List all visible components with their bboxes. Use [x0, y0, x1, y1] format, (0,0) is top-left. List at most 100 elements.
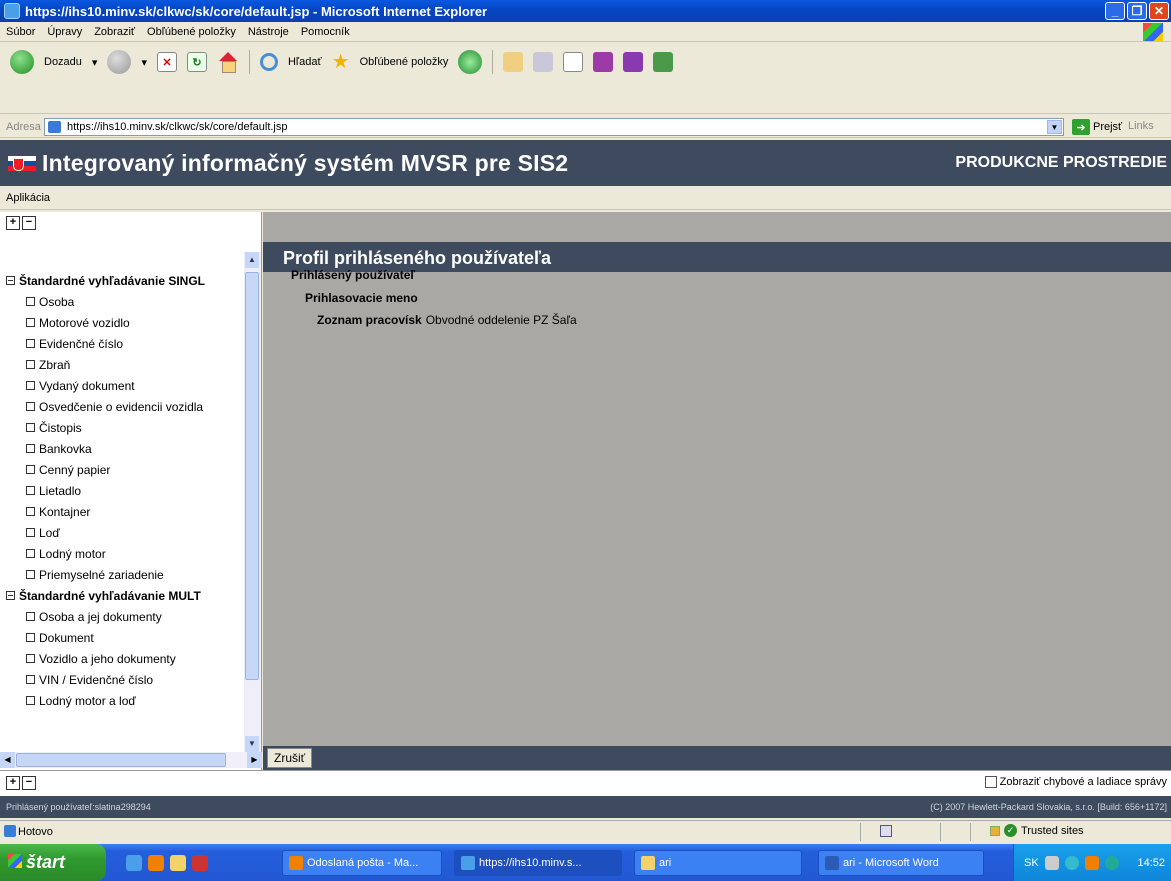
mail-icon[interactable]: [503, 52, 524, 72]
outlook-quicklaunch-icon[interactable]: [148, 854, 164, 871]
scroll-thumb[interactable]: [245, 272, 259, 680]
expand-all-icon[interactable]: +: [6, 776, 20, 790]
tree-item-zbran[interactable]: Zbraň: [0, 354, 248, 375]
maximize-button[interactable]: ❐: [1127, 2, 1147, 20]
search-button-label[interactable]: Hľadať: [288, 56, 322, 68]
favorites-star-icon[interactable]: ★: [332, 52, 350, 72]
task-label: Odoslaná pošta - Ma...: [307, 857, 419, 869]
tree-item-lietadlo[interactable]: Lietadlo: [0, 480, 248, 501]
scroll-left-icon[interactable]: ◀: [0, 752, 15, 768]
task-word[interactable]: ari - Microsoft Word: [818, 850, 984, 876]
history-icon[interactable]: [458, 50, 483, 74]
tree-item-motorove-vozidlo[interactable]: Motorové vozidlo: [0, 312, 248, 333]
collapse-icon[interactable]: [6, 276, 15, 285]
favorites-button-label[interactable]: Obľúbené položky: [360, 56, 449, 68]
task-outlook[interactable]: Odoslaná pošta - Ma...: [282, 850, 442, 876]
debug-messages-checkbox[interactable]: Zobraziť chybové a ladiace správy: [984, 776, 1167, 788]
forward-dropdown-icon[interactable]: ▾: [141, 56, 147, 69]
tree-item-dokument[interactable]: Dokument: [0, 627, 248, 648]
collapse-icon[interactable]: [6, 591, 15, 600]
scroll-down-icon[interactable]: ▼: [245, 736, 259, 752]
network-icon[interactable]: [1044, 855, 1059, 870]
tree-item-label: Vozidlo a jeho dokumenty: [39, 651, 176, 666]
back-button-label[interactable]: Dozadu: [44, 56, 82, 68]
tree-item-vydany-dokument[interactable]: Vydaný dokument: [0, 375, 248, 396]
task-folder[interactable]: ari: [634, 850, 802, 876]
go-button[interactable]: ➜ Prejsť: [1072, 119, 1122, 135]
onenote-2-icon[interactable]: [623, 52, 644, 72]
leaf-icon: [26, 318, 35, 327]
edit-word-icon[interactable]: [563, 52, 584, 72]
scroll-up-icon[interactable]: ▲: [245, 252, 259, 268]
cancel-button[interactable]: Zrušiť: [267, 748, 313, 768]
scroll-right-icon[interactable]: ▶: [247, 752, 262, 768]
tree-item-osoba-dokumenty[interactable]: Osoba a jej dokumenty: [0, 606, 248, 627]
page-icon: [880, 825, 892, 837]
tree-item-priemyselne-zariadenie[interactable]: Priemyselné zariadenie: [0, 564, 248, 585]
tree-group-multi[interactable]: Štandardné vyhľadávanie MULT: [0, 585, 248, 606]
back-dropdown-icon[interactable]: ▾: [92, 56, 98, 69]
outlook-tray-icon[interactable]: [1084, 855, 1099, 870]
messenger-icon[interactable]: [653, 52, 674, 72]
forward-arrow-icon[interactable]: [107, 50, 132, 74]
lock-icon: [990, 825, 1000, 836]
tree-item-cistopis[interactable]: Čistopis: [0, 417, 248, 438]
start-button[interactable]: štart: [0, 844, 106, 881]
window-title-bar[interactable]: https://ihs10.minv.sk/clkwc/sk/core/defa…: [0, 0, 1171, 22]
menu-help[interactable]: Pomocník: [301, 26, 350, 38]
print-icon[interactable]: [533, 52, 554, 72]
menu-view[interactable]: Zobraziť: [94, 26, 135, 38]
collapse-all-icon[interactable]: −: [22, 216, 36, 230]
address-url: https://ihs10.minv.sk/clkwc/sk/core/defa…: [67, 121, 288, 133]
leaf-icon: [26, 654, 35, 663]
app-menu-application[interactable]: Aplikácia: [6, 192, 50, 204]
onenote-icon[interactable]: [593, 52, 614, 72]
scroll-thumb[interactable]: [16, 753, 226, 767]
home-icon[interactable]: [217, 52, 239, 73]
clock[interactable]: 14:52: [1137, 857, 1165, 869]
tree-item-bankovka[interactable]: Bankovka: [0, 438, 248, 459]
minimize-button[interactable]: _: [1105, 2, 1125, 20]
menu-favorites[interactable]: Obľúbené položky: [147, 26, 236, 38]
expand-all-icon[interactable]: +: [6, 216, 20, 230]
tree-item-vin[interactable]: VIN / Evidenčné číslo: [0, 669, 248, 690]
address-dropdown-icon[interactable]: ▼: [1047, 120, 1062, 134]
back-arrow-icon[interactable]: [10, 50, 34, 74]
tray-status-icon[interactable]: [1104, 855, 1119, 870]
tree-item-cenny-papier[interactable]: Cenný papier: [0, 459, 248, 480]
tree-item-osoba[interactable]: Osoba: [0, 291, 248, 312]
tree-item-osvedcenie[interactable]: Osvedčenie o evidencii vozidla: [0, 396, 248, 417]
tree-horizontal-scrollbar[interactable]: ◀ ▶: [0, 752, 262, 768]
quick-launch: [126, 854, 208, 871]
menu-edit[interactable]: Úpravy: [47, 26, 82, 38]
leaf-icon: [26, 675, 35, 684]
refresh-icon[interactable]: ↻: [186, 52, 207, 72]
tree-item-lod[interactable]: Loď: [0, 522, 248, 543]
collapse-all-icon[interactable]: −: [22, 776, 36, 790]
tree-vertical-scrollbar[interactable]: ▲ ▼: [244, 252, 261, 752]
ie-quicklaunch-icon[interactable]: [126, 854, 142, 871]
tree-item-lodny-motor[interactable]: Lodný motor: [0, 543, 248, 564]
tree-item-label: Osvedčenie o evidencii vozidla: [39, 399, 204, 414]
links-button[interactable]: Links: [1128, 120, 1154, 132]
task-ie[interactable]: https://ihs10.minv.s...: [454, 850, 622, 876]
checkbox-box[interactable]: [984, 776, 997, 788]
search-icon[interactable]: [259, 53, 278, 71]
menu-file[interactable]: Súbor: [6, 26, 35, 38]
address-input[interactable]: https://ihs10.minv.sk/clkwc/sk/core/defa…: [44, 118, 1064, 136]
folder-quicklaunch-icon[interactable]: [170, 854, 186, 871]
zone-label: Trusted sites: [1021, 824, 1084, 837]
security-zone[interactable]: ✓ Trusted sites: [990, 824, 1084, 837]
tree-item-kontajner[interactable]: Kontajner: [0, 501, 248, 522]
close-button[interactable]: ✕: [1149, 2, 1169, 20]
tree-item-vozidlo-dokumenty[interactable]: Vozidlo a jeho dokumenty: [0, 648, 248, 669]
tray-app-icon[interactable]: [1064, 855, 1079, 870]
language-indicator[interactable]: SK: [1024, 857, 1039, 869]
menu-tools[interactable]: Nástroje: [248, 26, 289, 38]
tree-item-label: Cenný papier: [39, 462, 111, 477]
app-quicklaunch-icon[interactable]: [192, 854, 208, 871]
stop-icon[interactable]: ✕: [156, 52, 177, 72]
tree-item-lodny-motor-lod[interactable]: Lodný motor a loď: [0, 690, 248, 711]
tree-item-evidencne-cislo[interactable]: Evidenčné číslo: [0, 333, 248, 354]
tree-group-single[interactable]: Štandardné vyhľadávanie SINGL: [0, 270, 248, 291]
